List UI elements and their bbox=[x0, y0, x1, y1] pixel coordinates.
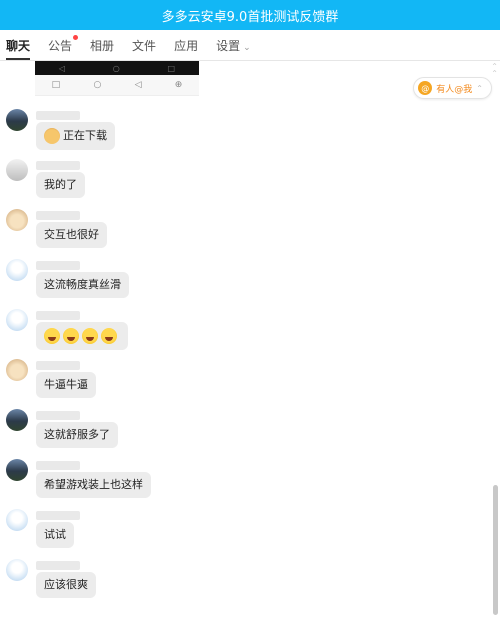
home-circle-icon: ○ bbox=[112, 63, 120, 73]
avatar[interactable] bbox=[6, 309, 28, 331]
chat-message: 这就舒服多了 bbox=[0, 409, 480, 459]
sender-name-blurred bbox=[36, 361, 80, 370]
dog-emoji-icon bbox=[44, 128, 60, 144]
recents-square-icon: □ bbox=[167, 63, 176, 73]
chat-message: 我的了 bbox=[0, 159, 480, 209]
message-bubble[interactable]: 这就舒服多了 bbox=[36, 422, 118, 448]
chat-message: 正在下载 bbox=[0, 109, 480, 159]
mention-icon: @ bbox=[418, 81, 433, 95]
collapse-arrows-icon[interactable]: ⌃ ⌃ bbox=[491, 63, 498, 78]
sender-name-blurred bbox=[36, 461, 80, 470]
message-bubble[interactable]: 牛逼牛逼 bbox=[36, 372, 96, 398]
chat-area[interactable]: ◁ ○ □ □ ○ ◁ ⊕ ⌃ ⌃ @ 有人@我 ⌃ 正在下载 我的了 交互也很好… bbox=[0, 61, 500, 623]
tab-settings[interactable]: 设置 ⌄ bbox=[216, 37, 251, 60]
laugh-tears-emoji-icon bbox=[82, 328, 98, 344]
tab-announcement[interactable]: 公告 bbox=[48, 35, 79, 60]
sender-name-blurred bbox=[36, 161, 80, 170]
recents-square-icon: □ bbox=[51, 80, 61, 90]
emoji-bubble[interactable] bbox=[36, 322, 128, 350]
avatar[interactable] bbox=[6, 159, 28, 181]
message-bubble[interactable]: 交互也很好 bbox=[36, 222, 107, 248]
notification-dot bbox=[73, 35, 79, 40]
message-bubble[interactable]: 希望游戏装上也这样 bbox=[36, 472, 151, 498]
chat-message: 希望游戏装上也这样 bbox=[0, 459, 480, 509]
back-triangle-icon: ◁ bbox=[58, 63, 66, 73]
double-up-arrow-icon: ⌃ bbox=[476, 83, 483, 93]
tab-bar: 聊天 公告 相册 文件 应用 设置 ⌄ bbox=[0, 30, 500, 61]
sender-name-blurred bbox=[36, 411, 80, 420]
chat-message: 试试 bbox=[0, 509, 480, 559]
shared-screenshot-navbar: ◁ ○ □ bbox=[35, 61, 199, 75]
avatar[interactable] bbox=[6, 459, 28, 481]
avatar[interactable] bbox=[6, 509, 28, 531]
chat-message: 牛逼牛逼 bbox=[0, 359, 480, 409]
sender-name-blurred bbox=[36, 261, 80, 270]
tab-album[interactable]: 相册 bbox=[90, 37, 114, 60]
chat-message: 交互也很好 bbox=[0, 209, 480, 259]
laugh-tears-emoji-icon bbox=[44, 328, 60, 344]
avatar[interactable] bbox=[6, 559, 28, 581]
chat-message bbox=[0, 309, 480, 359]
message-bubble[interactable]: 正在下载 bbox=[36, 122, 115, 150]
sender-name-blurred bbox=[36, 511, 80, 520]
sender-name-blurred bbox=[36, 111, 80, 120]
back-triangle-icon: ◁ bbox=[134, 80, 142, 90]
sender-name-blurred bbox=[36, 561, 80, 570]
home-circle-icon: ○ bbox=[93, 80, 102, 90]
sender-name-blurred bbox=[36, 311, 80, 320]
avatar[interactable] bbox=[6, 409, 28, 431]
mention-notification[interactable]: @ 有人@我 ⌃ bbox=[413, 77, 492, 99]
window-title-bar: 多多云安卓9.0首批测试反馈群 bbox=[0, 0, 500, 30]
avatar[interactable] bbox=[6, 359, 28, 381]
message-bubble[interactable]: 试试 bbox=[36, 522, 74, 548]
window-title: 多多云安卓9.0首批测试反馈群 bbox=[161, 9, 339, 25]
message-bubble[interactable]: 这流畅度真丝滑 bbox=[36, 272, 129, 298]
chat-message: 这流畅度真丝滑 bbox=[0, 259, 480, 309]
zoom-icon: ⊕ bbox=[174, 80, 183, 90]
laugh-tears-emoji-icon bbox=[63, 328, 79, 344]
chevron-down-icon: ⌄ bbox=[243, 43, 251, 53]
tab-chat[interactable]: 聊天 bbox=[6, 37, 31, 60]
message-bubble[interactable]: 应该很爽 bbox=[36, 572, 96, 598]
message-bubble[interactable]: 我的了 bbox=[36, 172, 85, 198]
avatar[interactable] bbox=[6, 259, 28, 281]
mention-label: 有人@我 bbox=[436, 84, 473, 95]
chat-message: 应该很爽 bbox=[0, 559, 480, 609]
laugh-tears-emoji-icon bbox=[101, 328, 117, 344]
shared-screenshot-navbar-2: □ ○ ◁ ⊕ bbox=[35, 75, 199, 96]
sender-name-blurred bbox=[36, 211, 80, 220]
tab-apps[interactable]: 应用 bbox=[174, 37, 198, 60]
tab-files[interactable]: 文件 bbox=[132, 37, 156, 60]
avatar[interactable] bbox=[6, 109, 28, 131]
avatar[interactable] bbox=[6, 209, 28, 231]
chat-scrollbar[interactable] bbox=[493, 485, 498, 615]
